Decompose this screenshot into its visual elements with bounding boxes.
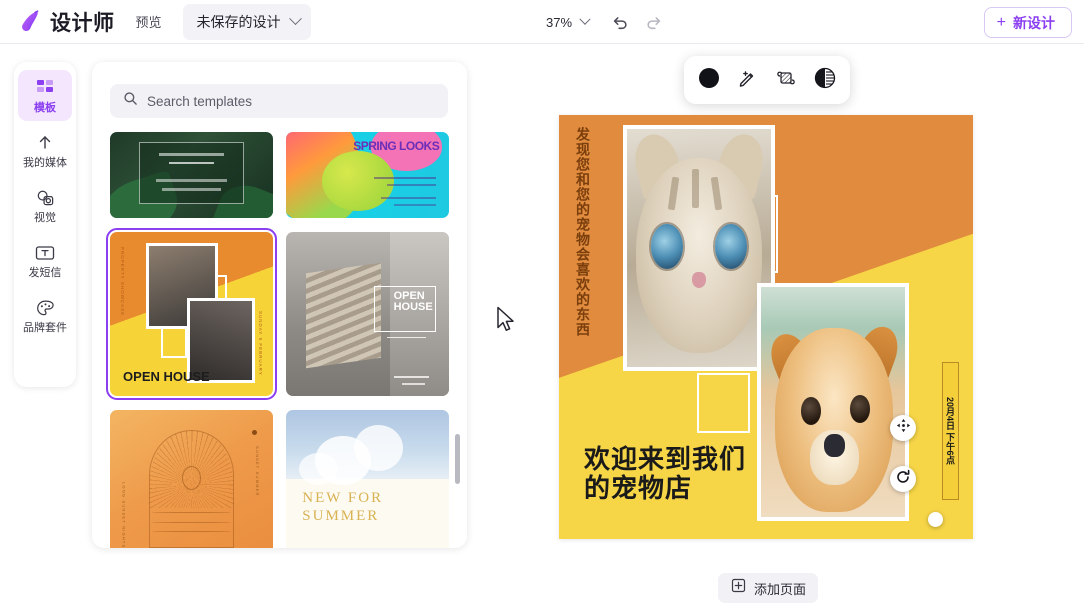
template-photo bbox=[306, 263, 381, 369]
design-photo-kitten[interactable] bbox=[623, 125, 775, 371]
template-caption: OPEN HOUSE bbox=[123, 370, 210, 383]
design-outline-frame bbox=[697, 373, 750, 433]
magic-wand-icon bbox=[16, 9, 42, 35]
template-text-line bbox=[162, 188, 221, 191]
design-heading-line2: 的宠物店 bbox=[584, 474, 746, 503]
templates-panel: Search templates SPRING LOOKS PROPERTY S… bbox=[92, 62, 467, 548]
top-bar: 设计师 预览 未保存的设计 37% + 新设计 bbox=[0, 0, 1084, 44]
template-card-jungle[interactable] bbox=[110, 132, 273, 218]
add-page-label: 添加页面 bbox=[754, 579, 806, 598]
sidebar-label: 品牌套件 bbox=[23, 323, 67, 334]
chevron-down-icon[interactable] bbox=[579, 14, 590, 25]
redo-button[interactable] bbox=[639, 7, 669, 37]
adjust-button[interactable] bbox=[808, 63, 842, 97]
plus-icon: + bbox=[997, 15, 1006, 31]
dog-nose bbox=[824, 434, 844, 457]
template-text-line bbox=[159, 153, 224, 156]
rotate-icon bbox=[895, 469, 911, 490]
filled-circle-icon bbox=[698, 67, 720, 94]
template-text-line bbox=[402, 383, 425, 385]
new-design-label: 新设计 bbox=[1013, 13, 1055, 33]
color-swatch-button[interactable] bbox=[692, 63, 726, 97]
move-arrows-icon bbox=[896, 418, 911, 438]
templates-grid: SPRING LOOKS PROPERTY SHOWCASE SUNDAY 9 … bbox=[110, 132, 455, 532]
design-vertical-tagline[interactable]: 发现您和您的宠物会喜欢的东西 bbox=[573, 127, 593, 342]
grid-templates-icon bbox=[34, 78, 56, 98]
template-card-spring-looks[interactable]: SPRING LOOKS bbox=[286, 132, 449, 218]
template-vertical-text: SUNDAY 9 FEBRUARY bbox=[258, 311, 263, 376]
design-heading-line1: 欢迎来到我们 bbox=[584, 445, 746, 474]
template-frame bbox=[139, 142, 243, 204]
sidebar-label: 模板 bbox=[34, 103, 56, 114]
template-text-line bbox=[169, 162, 215, 164]
contrast-half-circle-icon bbox=[814, 67, 836, 94]
visuals-shapes-icon bbox=[34, 188, 56, 208]
template-card-open-house-stairs[interactable]: OPENHOUSE bbox=[286, 232, 449, 396]
template-text-line bbox=[381, 197, 436, 199]
template-vertical-text: SUNSET SUMMER bbox=[255, 446, 260, 515]
sidebar-item-text[interactable]: 发短信 bbox=[18, 235, 72, 286]
template-caption: SPRING LOOKS bbox=[353, 141, 439, 152]
brand[interactable]: 设计师 bbox=[16, 7, 115, 37]
preview-button[interactable]: 预览 bbox=[129, 7, 169, 36]
sidebar-label: 视觉 bbox=[34, 213, 56, 224]
template-card-sun-arch[interactable]: SUNSET SUMMER LONG SUNSET NIGHTS bbox=[110, 410, 273, 548]
sidebar-item-visuals[interactable]: 视觉 bbox=[18, 180, 72, 231]
document-title-dropdown[interactable]: 未保存的设计 bbox=[183, 4, 311, 40]
zoom-controls: 37% bbox=[546, 0, 669, 44]
search-templates-input[interactable]: Search templates bbox=[110, 84, 448, 118]
search-placeholder: Search templates bbox=[147, 94, 252, 109]
new-design-button[interactable]: + 新设计 bbox=[984, 7, 1072, 38]
edit-image-button[interactable] bbox=[731, 63, 765, 97]
effects-icon bbox=[775, 67, 797, 94]
text-box-icon bbox=[34, 243, 56, 263]
template-text-line bbox=[387, 337, 426, 339]
template-card-open-house-people[interactable]: PROPERTY SHOWCASE SUNDAY 9 FEBRUARY OPEN… bbox=[110, 232, 273, 396]
zoom-level[interactable]: 37% bbox=[546, 15, 572, 30]
rotate-handle[interactable] bbox=[890, 466, 916, 492]
sidebar-item-my-media[interactable]: 我的媒体 bbox=[18, 125, 72, 176]
magic-edit-icon bbox=[737, 67, 759, 94]
decorative-blob bbox=[322, 151, 394, 211]
template-text-line bbox=[387, 184, 436, 186]
dog-head bbox=[775, 328, 893, 512]
template-card-new-for-summer[interactable]: NEW FORSUMMER bbox=[286, 410, 449, 548]
document-title: 未保存的设计 bbox=[197, 12, 281, 32]
upload-icon bbox=[34, 133, 56, 153]
sidebar-item-brand-kit[interactable]: 品牌套件 bbox=[18, 290, 72, 341]
mouse-pointer bbox=[496, 306, 516, 338]
palette-icon bbox=[34, 298, 56, 318]
brand-name: 设计师 bbox=[50, 7, 115, 37]
panel-scrollbar[interactable] bbox=[455, 434, 460, 484]
template-caption: OPENHOUSE bbox=[394, 291, 433, 313]
resize-handle[interactable] bbox=[928, 512, 943, 527]
move-handle[interactable] bbox=[890, 415, 916, 441]
decorative-wave bbox=[152, 512, 230, 513]
search-icon bbox=[123, 91, 138, 111]
template-text-line bbox=[394, 204, 436, 206]
effects-button[interactable] bbox=[769, 63, 803, 97]
sidebar-item-templates[interactable]: 模板 bbox=[18, 70, 72, 121]
template-text-line bbox=[156, 179, 228, 182]
left-sidebar: 模板 我的媒体 视觉 发短信 bbox=[14, 62, 76, 387]
chevron-down-icon bbox=[289, 12, 302, 25]
cat-stripe bbox=[692, 169, 699, 207]
template-vertical-text: PROPERTY SHOWCASE bbox=[120, 247, 125, 316]
design-heading[interactable]: 欢迎来到我们 的宠物店 bbox=[584, 445, 746, 503]
sidebar-label: 我的媒体 bbox=[23, 158, 67, 169]
add-page-button[interactable]: 添加页面 bbox=[718, 573, 818, 603]
template-caption: NEW FORSUMMER bbox=[302, 489, 383, 527]
plus-square-icon bbox=[731, 578, 746, 598]
cat-eye bbox=[715, 224, 747, 269]
decorative-dot bbox=[252, 430, 257, 435]
template-text-line bbox=[374, 177, 436, 179]
template-vertical-text: LONG SUNSET NIGHTS bbox=[121, 482, 126, 548]
design-date-badge[interactable]: 20月4日 下午6点 bbox=[942, 362, 959, 500]
undo-button[interactable] bbox=[605, 7, 635, 37]
canvas-floating-toolbar bbox=[684, 56, 850, 104]
sidebar-label: 发短信 bbox=[29, 268, 62, 279]
template-text-line bbox=[394, 376, 430, 378]
design-photo-puppy[interactable] bbox=[757, 283, 909, 521]
cloud-shape bbox=[354, 425, 403, 471]
